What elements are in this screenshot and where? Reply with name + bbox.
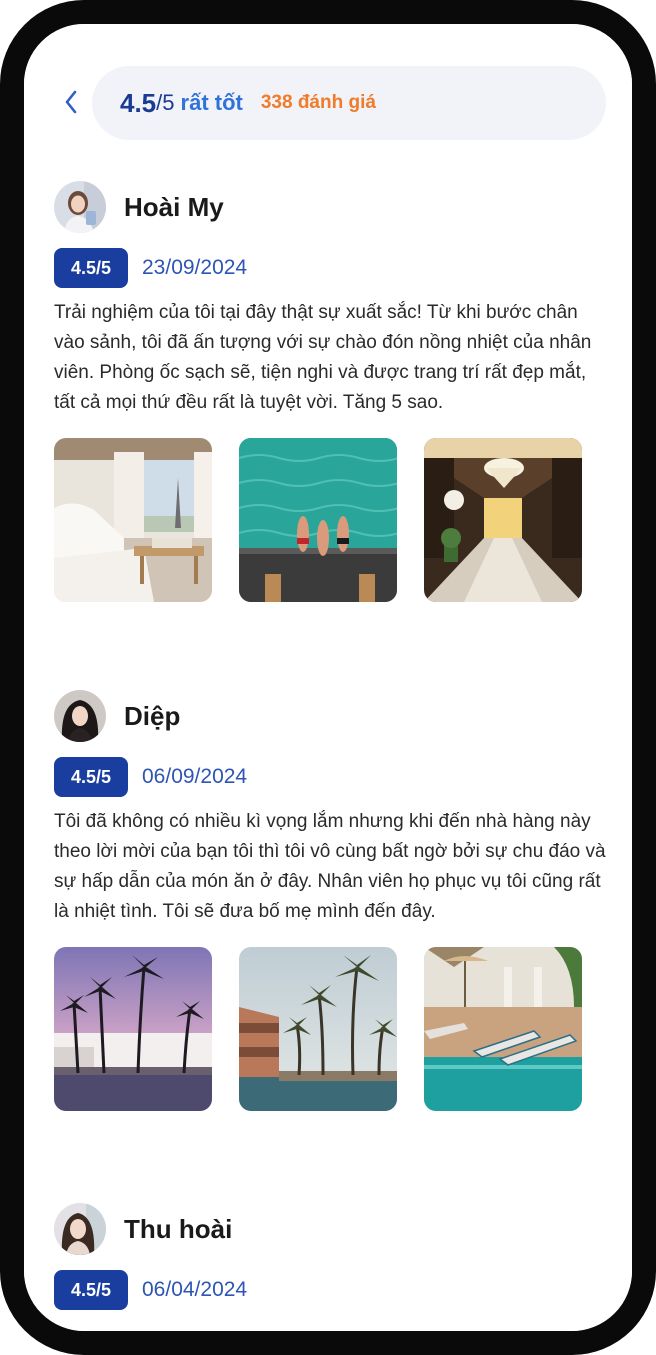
photo-gallery: [54, 438, 614, 602]
review-card: Diệp 4.5/5 06/09/2024 Tôi đã không có nh…: [54, 689, 614, 1111]
palm-beach-photo: [239, 947, 397, 1111]
avatar-image: [54, 1203, 106, 1255]
review-photo[interactable]: [54, 947, 212, 1111]
review-date: 23/09/2024: [142, 256, 248, 279]
poolside-photo: [424, 947, 582, 1111]
overall-score: 4.5: [120, 87, 157, 118]
rating-summary: 4.5 /5 rất tốt 338 đánh giá: [92, 66, 606, 140]
review-card: Thu hoài 4.5/5 06/04/2024: [54, 1202, 614, 1310]
avatar[interactable]: [54, 690, 106, 742]
palm-sunset-photo: [54, 947, 212, 1111]
score-badge: 4.5/5: [54, 248, 128, 288]
score-badge: 4.5/5: [54, 1270, 128, 1310]
avatar-image: [54, 181, 106, 233]
reviewer-name: Hoài My: [124, 191, 224, 222]
phone-frame: 4.5 /5 rất tốt 338 đánh giá Hoài My 4.5/…: [0, 0, 656, 1355]
review-count[interactable]: 338 đánh giá: [261, 92, 376, 114]
rating-word: rất tốt: [180, 90, 243, 115]
reviewer-name: Thu hoài: [124, 1213, 233, 1244]
score-denominator: /5: [156, 90, 175, 115]
avatar[interactable]: [54, 1203, 106, 1255]
review-photo[interactable]: [54, 438, 212, 602]
review-photo[interactable]: [239, 947, 397, 1111]
lobby-photo: [424, 438, 582, 602]
review-card: Hoài My 4.5/5 23/09/2024 Trải nghiệm của…: [54, 180, 614, 602]
reviews-screen: 4.5 /5 rất tốt 338 đánh giá Hoài My 4.5/…: [24, 24, 632, 1331]
bedroom-photo: [54, 438, 212, 602]
avatar[interactable]: [54, 181, 106, 233]
review-photo[interactable]: [424, 438, 582, 602]
back-button[interactable]: [54, 82, 88, 122]
chevron-left-icon: [65, 90, 77, 114]
pool-photo: [239, 438, 397, 602]
avatar-image: [54, 690, 106, 742]
review-text: Tôi đã không có nhiều kì vọng lắm nhưng …: [54, 811, 606, 922]
review-photo[interactable]: [239, 438, 397, 602]
top-bar: 4.5 /5 rất tốt 338 đánh giá: [50, 66, 606, 140]
review-text: Trải nghiệm của tôi tại đây thật sự xuất…: [54, 302, 592, 413]
review-photo[interactable]: [424, 947, 582, 1111]
review-date: 06/04/2024: [142, 1278, 248, 1301]
review-date: 06/09/2024: [142, 765, 248, 788]
reviewer-name: Diệp: [124, 700, 181, 731]
photo-gallery: [54, 947, 614, 1111]
score-badge: 4.5/5: [54, 757, 128, 797]
